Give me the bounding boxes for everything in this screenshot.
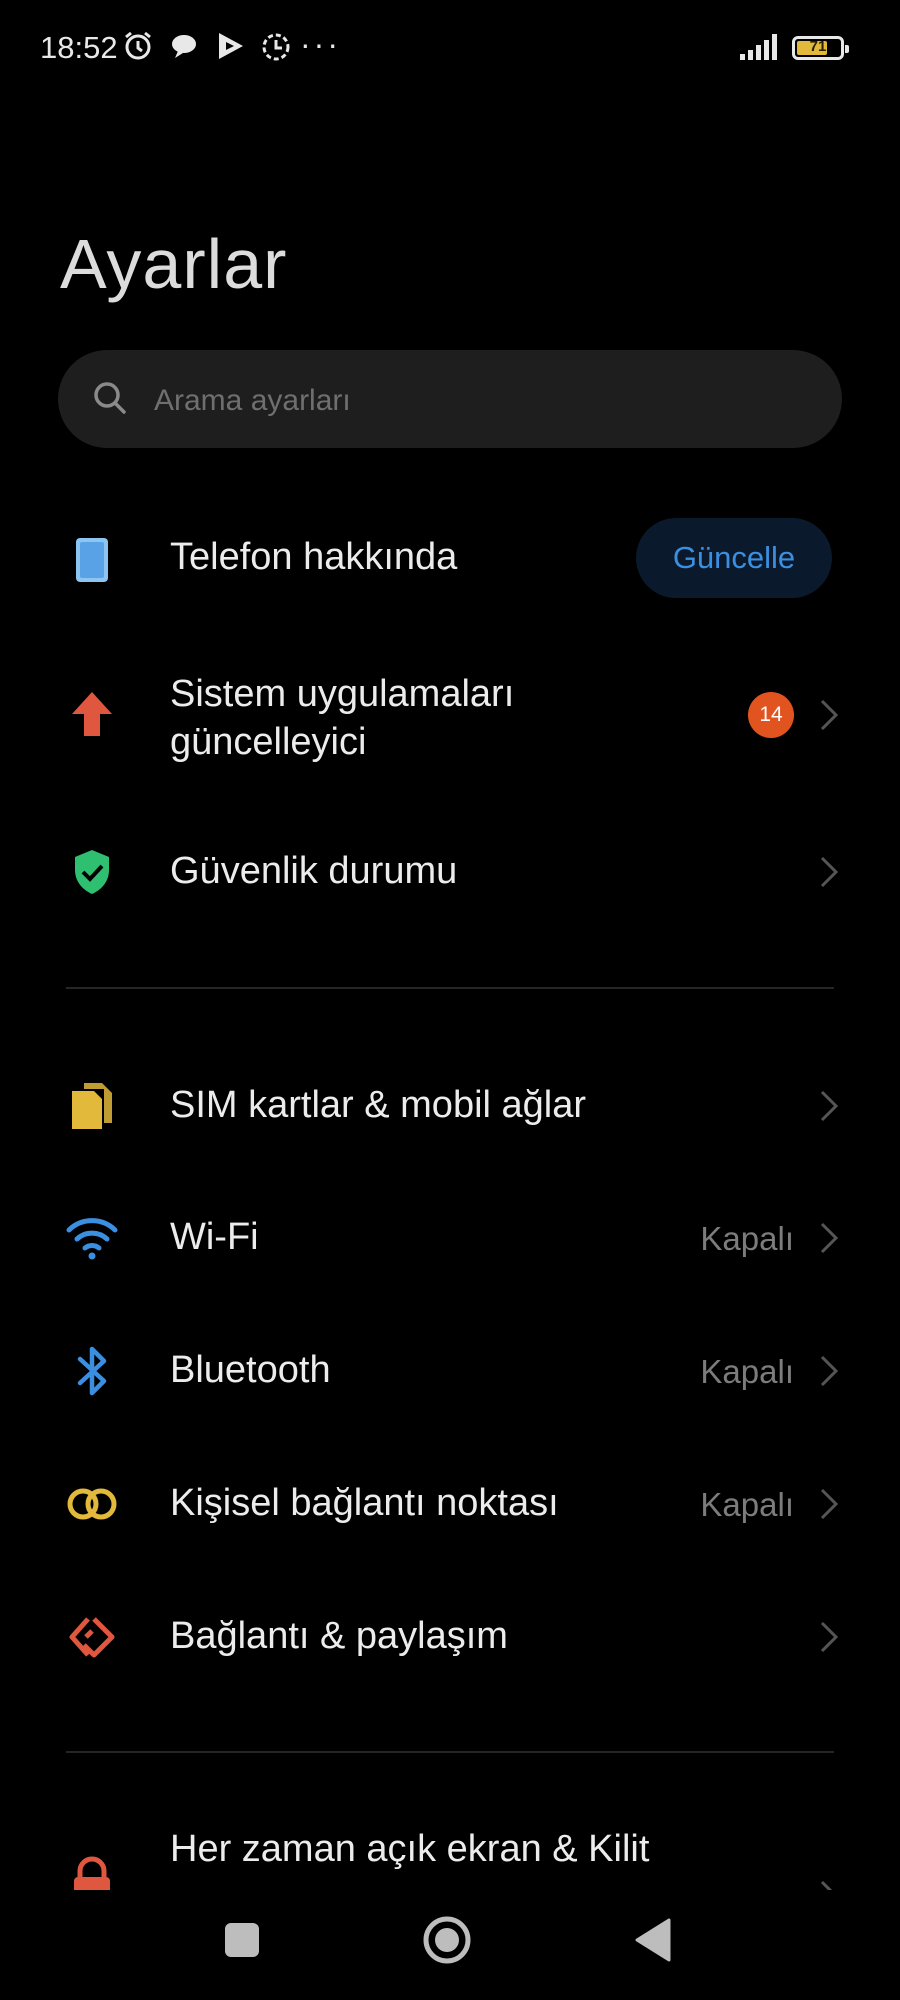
- notification-icons: [122, 30, 292, 62]
- settings-item-label: Wi-Fi: [170, 1216, 259, 1258]
- home-circle-icon: [423, 1916, 471, 1964]
- chevron-right-icon: [820, 1222, 839, 1254]
- alarm-icon: [122, 30, 154, 62]
- search-icon: [94, 382, 126, 414]
- settings-item-label: Bağlantı & paylaşım: [170, 1615, 508, 1657]
- more-notifications-icon: ···: [300, 26, 341, 62]
- chevron-right-icon: [820, 1488, 839, 1520]
- settings-item-label: Bluetooth: [170, 1349, 331, 1391]
- chevron-right-icon: [820, 1090, 839, 1122]
- search-bar[interactable]: [58, 350, 842, 448]
- wifi-icon: [62, 1208, 122, 1268]
- settings-item-label: Her zaman açık ekran & Kilit: [170, 1828, 650, 1870]
- settings-item-label: Kişisel bağlantı noktası: [170, 1482, 559, 1524]
- update-button[interactable]: Güncelle: [636, 518, 832, 598]
- settings-item-sim-cards[interactable]: SIM kartlar & mobil ağlar: [0, 1056, 900, 1156]
- bluetooth-icon: [62, 1341, 122, 1401]
- settings-item-label: Telefon hakkında: [170, 536, 458, 578]
- section-divider: [66, 987, 834, 989]
- chevron-right-icon: [820, 856, 839, 888]
- status-bar: 18:52 ··· 71: [0, 0, 900, 100]
- section-divider: [66, 1751, 834, 1753]
- recents-button[interactable]: [182, 1880, 302, 2000]
- settings-item-security-status[interactable]: Güvenlik durumu: [0, 822, 900, 922]
- settings-item-bluetooth[interactable]: Bluetooth Kapalı: [0, 1321, 900, 1421]
- settings-item-hotspot[interactable]: Kişisel bağlantı noktası Kapalı: [0, 1454, 900, 1554]
- hotspot-icon: [62, 1474, 122, 1534]
- play-icon: [214, 30, 246, 62]
- sim-card-icon: [62, 1076, 122, 1136]
- update-count-badge: 14: [748, 692, 794, 738]
- back-triangle-icon: [635, 1918, 671, 1962]
- settings-item-value: Kapalı: [700, 1220, 794, 1257]
- page-title: Ayarlar: [60, 225, 288, 303]
- chat-icon: [168, 30, 200, 62]
- timer-icon: [260, 30, 292, 62]
- recents-square-icon: [225, 1923, 259, 1957]
- settings-item-connection-sharing[interactable]: Bağlantı & paylaşım: [0, 1587, 900, 1687]
- connection-share-icon: [62, 1607, 122, 1667]
- signal-icon: [740, 34, 777, 60]
- settings-item-value: Kapalı: [700, 1353, 794, 1390]
- navigation-bar: [0, 1880, 900, 2000]
- home-button[interactable]: [387, 1880, 507, 2000]
- label-line-2: güncelleyici: [170, 721, 367, 763]
- phone-icon: [62, 530, 122, 590]
- search-input[interactable]: [152, 372, 796, 430]
- back-button[interactable]: [593, 1880, 713, 2000]
- chevron-right-icon: [820, 1621, 839, 1653]
- settings-item-label: Güvenlik durumu: [170, 850, 458, 892]
- shield-check-icon: [62, 842, 122, 902]
- settings-item-label: SIM kartlar & mobil ağlar: [170, 1084, 587, 1126]
- status-time: 18:52: [40, 30, 118, 65]
- battery-level: 71: [809, 38, 827, 55]
- chevron-right-icon: [820, 1355, 839, 1387]
- settings-item-value: Kapalı: [700, 1486, 794, 1523]
- settings-item-label: Sistem uygulamaları güncelleyici: [170, 670, 514, 766]
- chevron-right-icon: [820, 699, 839, 731]
- label-line-1: Sistem uygulamaları: [170, 673, 515, 715]
- settings-item-wifi[interactable]: Wi-Fi Kapalı: [0, 1188, 900, 1288]
- upload-arrow-icon: [62, 684, 122, 744]
- battery-icon: 71: [792, 36, 849, 60]
